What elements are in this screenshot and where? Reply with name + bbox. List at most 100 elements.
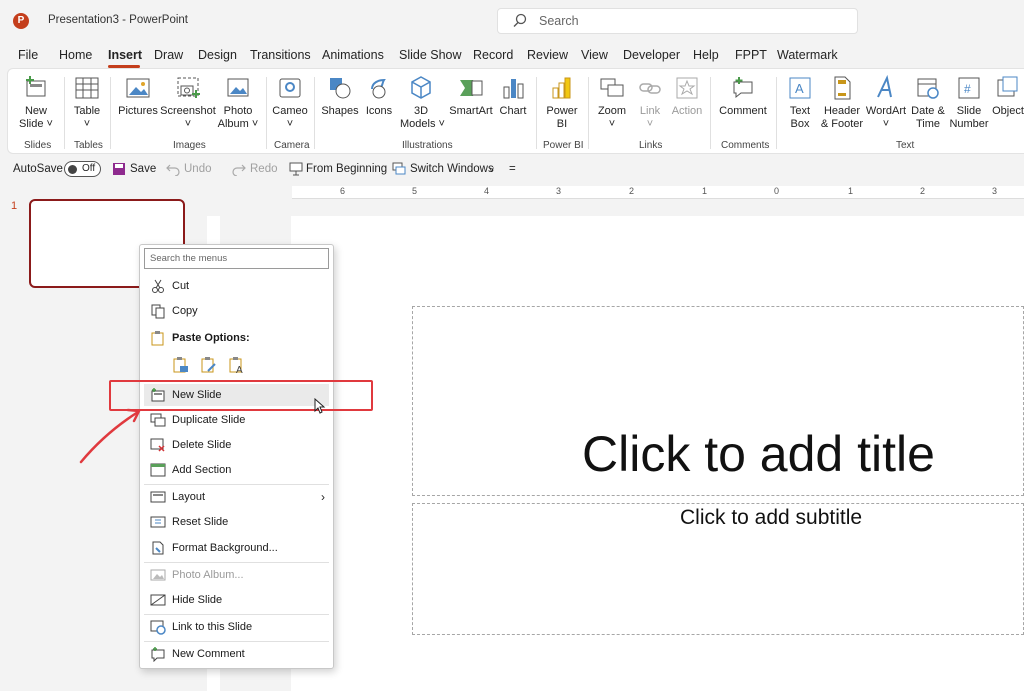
- wordart-button[interactable]: WordArt ˅: [864, 75, 908, 131]
- ruler-tick: 3: [992, 186, 998, 196]
- tab-help[interactable]: Help: [693, 48, 719, 62]
- link-button[interactable]: Link ˅: [632, 75, 668, 131]
- action-button[interactable]: Action: [668, 75, 706, 131]
- table-icon: [75, 77, 99, 99]
- search-placeholder: Search: [539, 14, 579, 28]
- menu-item-format-background[interactable]: Format Background...: [144, 537, 329, 559]
- svg-text:A: A: [236, 365, 243, 374]
- tab-animations[interactable]: Animations: [322, 48, 384, 62]
- tab-file[interactable]: File: [18, 48, 38, 62]
- link-icon: [639, 83, 661, 94]
- power-bi-button[interactable]: Power BI: [542, 75, 582, 131]
- group-label-images: Images: [173, 140, 206, 151]
- photo-album-button[interactable]: Photo Album ˅: [216, 75, 260, 131]
- autosave-toggle[interactable]: Off: [64, 161, 101, 177]
- duplicate-slide-icon: [150, 413, 166, 427]
- tab-view[interactable]: View: [581, 48, 608, 62]
- menu-item-layout[interactable]: Layout ›: [144, 486, 329, 508]
- menu-item-reset-slide[interactable]: Reset Slide: [144, 511, 329, 533]
- menu-item-add-section[interactable]: Add Section: [144, 459, 329, 481]
- group-label-camera: Camera: [274, 140, 310, 151]
- menu-item-hide-slide[interactable]: Hide Slide: [144, 589, 329, 611]
- save-button[interactable]: Save: [130, 163, 156, 175]
- tab-review[interactable]: Review: [527, 48, 568, 62]
- undo-icon: [166, 164, 180, 176]
- shapes-button[interactable]: Shapes: [320, 75, 360, 131]
- group-label-slides: Slides: [24, 140, 52, 151]
- menu-item-cut[interactable]: Cut: [144, 275, 329, 297]
- tab-slide-show[interactable]: Slide Show: [399, 48, 462, 62]
- redo-button[interactable]: Redo: [250, 163, 278, 175]
- search-icon: [513, 13, 527, 27]
- tab-home[interactable]: Home: [59, 48, 92, 62]
- power-bi-icon: [552, 77, 571, 99]
- quick-access-toolbar: AutoSave Save Undo Redo From Beginning S…: [0, 156, 1024, 183]
- paste-text-only-icon[interactable]: A: [228, 356, 246, 374]
- tab-developer[interactable]: Developer: [623, 48, 680, 62]
- autosave-label: AutoSave: [13, 163, 63, 175]
- undo-button[interactable]: Undo: [184, 163, 212, 175]
- link-slide-icon: [150, 620, 166, 635]
- paste-keep-formatting-icon[interactable]: [200, 356, 218, 374]
- menu-item-delete-slide[interactable]: Delete Slide: [144, 434, 329, 456]
- text-box-button[interactable]: A Text Box: [782, 75, 818, 131]
- object-button[interactable]: Object: [990, 75, 1024, 131]
- 3d-models-icon: [411, 76, 431, 99]
- tab-insert[interactable]: Insert: [108, 48, 142, 62]
- 3d-models-button[interactable]: 3D Models ˅: [400, 75, 445, 131]
- tab-design[interactable]: Design: [198, 48, 237, 62]
- menu-item-new-comment[interactable]: New Comment: [144, 643, 329, 665]
- menu-item-link-to-slide[interactable]: Link to this Slide: [144, 616, 329, 638]
- add-section-icon: [150, 463, 166, 477]
- menu-item-photo-album[interactable]: Photo Album...: [144, 564, 329, 586]
- pictures-button[interactable]: Pictures: [116, 75, 160, 131]
- menu-search-input[interactable]: Search the menus: [144, 248, 329, 269]
- switch-windows-button[interactable]: Switch Windows: [410, 163, 494, 175]
- group-label-comments: Comments: [721, 140, 770, 151]
- group-label-power-bi: Power BI: [543, 140, 584, 151]
- screenshot-button[interactable]: Screenshot ˅: [160, 75, 216, 131]
- zoom-button[interactable]: Zoom ˅: [592, 75, 632, 131]
- cameo-button[interactable]: Cameo ˅: [270, 75, 310, 131]
- from-beginning-button[interactable]: From Beginning: [306, 163, 387, 175]
- search-box[interactable]: Search: [497, 8, 858, 34]
- tab-fppt[interactable]: FPPT: [735, 48, 767, 62]
- menu-item-copy[interactable]: Copy: [144, 300, 329, 322]
- slide-number-button[interactable]: # Slide Number: [948, 75, 990, 131]
- save-icon: [113, 163, 125, 175]
- cameo-icon: [279, 78, 301, 98]
- ruler-tick: 3: [556, 186, 562, 196]
- toggle-knob: [68, 165, 77, 174]
- delete-slide-icon: [150, 438, 165, 452]
- header-footer-button[interactable]: Header & Footer: [820, 75, 864, 131]
- group-label-tables: Tables: [74, 140, 103, 151]
- chart-button[interactable]: Chart: [496, 75, 530, 131]
- customize-qat-button[interactable]: =: [509, 163, 516, 175]
- date-time-button[interactable]: Date & Time: [908, 75, 948, 131]
- comment-button[interactable]: Comment: [716, 75, 770, 131]
- title-placeholder-text: Click to add title: [582, 426, 935, 482]
- group-label-text: Text: [896, 140, 915, 151]
- paste-option-buttons: A: [144, 353, 329, 377]
- hide-slide-icon: [150, 594, 166, 606]
- icons-button[interactable]: Icons: [362, 75, 396, 131]
- format-background-icon: [152, 541, 164, 555]
- shapes-icon: [330, 78, 351, 99]
- new-slide-button[interactable]: New Slide ˅: [16, 75, 56, 131]
- ruler-tick: 0: [774, 186, 780, 196]
- paste-keep-theme-icon[interactable]: [172, 356, 190, 374]
- mouse-cursor-icon: [314, 398, 326, 414]
- tab-record[interactable]: Record: [473, 48, 513, 62]
- screenshot-icon: [177, 77, 200, 98]
- menu-item-duplicate-slide[interactable]: Duplicate Slide: [144, 409, 329, 431]
- ribbon-tabs: File Home Insert Draw Design Transitions…: [0, 44, 1024, 68]
- smartart-button[interactable]: SmartArt: [446, 75, 496, 131]
- ruler-tick: 1: [702, 186, 708, 196]
- window-title: Presentation3 - PowerPoint: [48, 14, 188, 26]
- tab-transitions[interactable]: Transitions: [250, 48, 311, 62]
- ruler-tick: 1: [848, 186, 854, 196]
- table-button[interactable]: Table ˅: [68, 75, 106, 131]
- icons-icon: [371, 78, 386, 99]
- tab-draw[interactable]: Draw: [154, 48, 183, 62]
- tab-watermark[interactable]: Watermark: [777, 48, 838, 62]
